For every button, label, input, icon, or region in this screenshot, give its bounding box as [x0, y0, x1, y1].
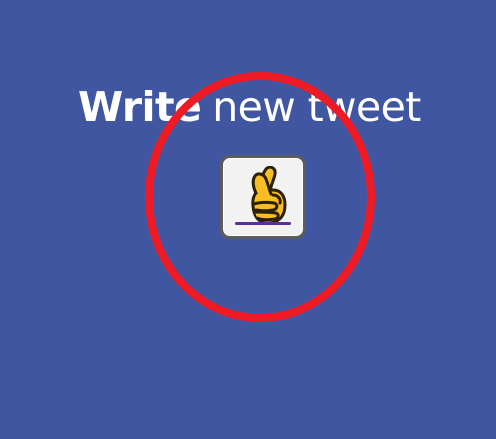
tweet-compose-panel: Write new tweet [0, 0, 496, 439]
compose-heading: Write new tweet [78, 87, 458, 143]
crossed-fingers-emoji-button[interactable] [220, 155, 306, 239]
compose-heading-rest: new tweet [212, 83, 421, 131]
compose-heading-strong: Write [78, 83, 202, 131]
crossed-fingers-emoji-icon [251, 166, 287, 225]
